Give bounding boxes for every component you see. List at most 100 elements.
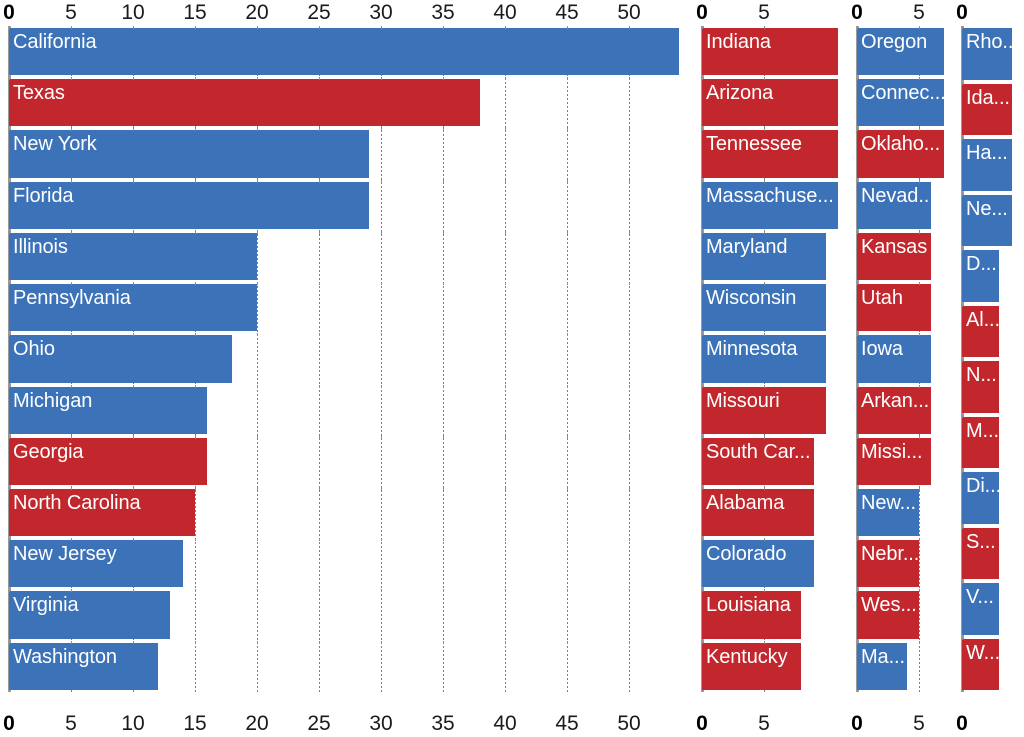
bar[interactable]: Minnesota — [702, 335, 826, 383]
bar-row[interactable]: Wisconsin — [699, 282, 853, 333]
bar[interactable]: Ne... — [962, 194, 1012, 246]
bar[interactable]: Ma... — [857, 642, 907, 690]
bar-row[interactable]: Oklaho... — [854, 128, 959, 179]
bar-row[interactable]: Kansas — [854, 230, 959, 282]
bar-row[interactable]: Ma... — [854, 640, 959, 692]
bar-row[interactable]: Illinois — [6, 230, 698, 282]
bar[interactable]: Texas — [9, 79, 481, 127]
bar[interactable]: Indiana — [702, 28, 839, 76]
bar-row[interactable]: Al... — [959, 303, 1024, 360]
bar[interactable]: Nevad... — [857, 181, 932, 229]
bar-row[interactable]: Ida... — [959, 81, 1024, 138]
bar-row[interactable]: Alabama — [699, 486, 853, 538]
bar[interactable]: Nebr... — [857, 540, 919, 588]
bar-row[interactable]: Maryland — [699, 230, 853, 282]
bar[interactable]: Pennsylvania — [9, 284, 257, 332]
bar-row[interactable]: D... — [959, 248, 1024, 304]
bar-row[interactable]: V... — [959, 581, 1024, 637]
bar[interactable]: New Jersey — [9, 540, 183, 588]
bar[interactable]: Tennessee — [702, 130, 839, 178]
bar-row[interactable]: Kentucky — [699, 640, 853, 692]
bar-row[interactable]: South Car... — [699, 435, 853, 487]
bar-row[interactable]: New... — [854, 486, 959, 538]
bar-row[interactable]: Connec... — [854, 77, 959, 128]
bar-row[interactable]: New York — [6, 128, 698, 179]
bar-row[interactable]: Minnesota — [699, 333, 853, 384]
bar-row[interactable]: Massachuse... — [699, 179, 853, 231]
bar[interactable]: Ohio — [9, 335, 233, 383]
bar[interactable]: New York — [9, 130, 369, 178]
bar[interactable]: W... — [962, 638, 1000, 690]
bar[interactable]: Ha... — [962, 139, 1012, 191]
bar[interactable]: D... — [962, 250, 1000, 302]
bar[interactable]: Arizona — [702, 79, 839, 127]
bar-row[interactable]: S... — [959, 525, 1024, 582]
bar[interactable]: Kansas — [857, 232, 932, 281]
bar[interactable]: Washington — [9, 642, 158, 690]
bar-row[interactable]: Ha... — [959, 137, 1024, 193]
bar[interactable]: Di... — [962, 472, 1000, 524]
bar[interactable]: Wisconsin — [702, 284, 826, 332]
bar[interactable]: Louisiana — [702, 591, 802, 639]
bar-row[interactable]: Texas — [6, 77, 698, 128]
bar-row[interactable]: North Carolina — [6, 486, 698, 538]
bar-row[interactable]: Rho... — [959, 26, 1024, 82]
bar[interactable]: N... — [962, 361, 1000, 413]
bar-row[interactable]: N... — [959, 359, 1024, 415]
bar[interactable]: Ida... — [962, 83, 1012, 135]
bar-row[interactable]: Nebr... — [854, 538, 959, 589]
bar-row[interactable]: Colorado — [699, 538, 853, 589]
bar[interactable]: Missouri — [702, 386, 826, 434]
bar-row[interactable]: Wes... — [854, 589, 959, 640]
bar-row[interactable]: Iowa — [854, 333, 959, 384]
bar[interactable]: Rho... — [962, 28, 1012, 80]
bar[interactable]: California — [9, 28, 679, 76]
bar[interactable]: Oregon — [857, 28, 944, 76]
bar-row[interactable]: Di... — [959, 470, 1024, 526]
bar[interactable]: Oklaho... — [857, 130, 944, 178]
bar[interactable]: Maryland — [702, 232, 826, 281]
bar-row[interactable]: Ohio — [6, 333, 698, 384]
bar[interactable]: Florida — [9, 181, 369, 229]
bar[interactable]: Illinois — [9, 232, 257, 281]
bar[interactable]: Virginia — [9, 591, 171, 639]
bar-row[interactable]: Georgia — [6, 435, 698, 487]
bar[interactable]: Missi... — [857, 437, 932, 485]
bar[interactable]: North Carolina — [9, 488, 195, 537]
bar-row[interactable]: Arizona — [699, 77, 853, 128]
bar[interactable]: New... — [857, 488, 919, 537]
bar[interactable]: Michigan — [9, 386, 208, 434]
bar-row[interactable]: California — [6, 26, 698, 77]
bar[interactable]: Connec... — [857, 79, 944, 127]
bar-row[interactable]: Utah — [854, 282, 959, 333]
bar-row[interactable]: Oregon — [854, 26, 959, 77]
bar-row[interactable]: Tennessee — [699, 128, 853, 179]
bar-row[interactable]: M... — [959, 414, 1024, 471]
bar-row[interactable]: Louisiana — [699, 589, 853, 640]
bar-row[interactable]: Arkan... — [854, 384, 959, 436]
bar[interactable]: Alabama — [702, 488, 814, 537]
bar-row[interactable]: W... — [959, 636, 1024, 693]
bar-row[interactable]: Nevad... — [854, 179, 959, 231]
bar-row[interactable]: Ne... — [959, 192, 1024, 249]
bar[interactable]: Georgia — [9, 437, 208, 485]
bar-row[interactable]: Missouri — [699, 384, 853, 436]
bar-row[interactable]: Indiana — [699, 26, 853, 77]
bar[interactable]: S... — [962, 527, 1000, 579]
bar-row[interactable]: Michigan — [6, 384, 698, 436]
bar[interactable]: Arkan... — [857, 386, 932, 434]
bar[interactable]: Wes... — [857, 591, 919, 639]
bar[interactable]: Massachuse... — [702, 181, 839, 229]
bar[interactable]: Kentucky — [702, 642, 802, 690]
bar-row[interactable]: Missi... — [854, 435, 959, 487]
bar[interactable]: Utah — [857, 284, 932, 332]
bar-row[interactable]: Virginia — [6, 589, 698, 640]
bar[interactable]: Iowa — [857, 335, 932, 383]
bar-row[interactable]: New Jersey — [6, 538, 698, 589]
bar-row[interactable]: Washington — [6, 640, 698, 692]
bar-row[interactable]: Florida — [6, 179, 698, 231]
bar[interactable]: M... — [962, 416, 1000, 468]
bar[interactable]: V... — [962, 583, 1000, 635]
bar[interactable]: Al... — [962, 305, 1000, 357]
bar[interactable]: South Car... — [702, 437, 814, 485]
